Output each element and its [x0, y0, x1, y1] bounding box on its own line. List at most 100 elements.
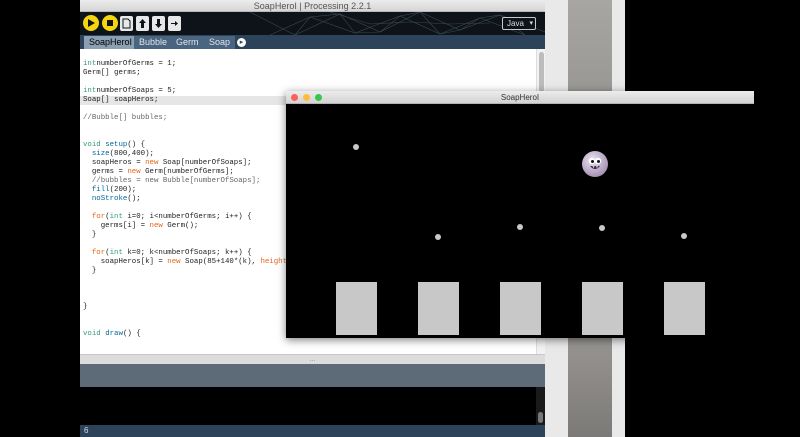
- code-token: k=0; k<numberOfSoaps; k++) {: [122, 249, 252, 257]
- line-number-status: 6: [80, 425, 545, 437]
- code-token: for: [91, 249, 106, 257]
- code-token: new: [145, 159, 159, 167]
- code-token: //bubbles = new Bubble[numberOfSoaps];: [83, 177, 261, 185]
- code-token: germs[i] =: [83, 222, 150, 230]
- code-token: numberOfSoaps = 5;: [96, 87, 177, 95]
- save-button[interactable]: [152, 16, 165, 31]
- germ-dot: [517, 224, 523, 230]
- code-token: setup: [105, 141, 128, 149]
- new-button[interactable]: [120, 16, 133, 31]
- code-line: //Bubble[] bubbles;: [83, 114, 167, 123]
- sketch-canvas[interactable]: [286, 104, 754, 338]
- code-token: (800,400);: [109, 150, 154, 158]
- code-line: //bubbles = new Bubble[numberOfSoaps];: [83, 177, 261, 186]
- code-token: Soap[] soapHeros;: [83, 96, 159, 104]
- ide-title: SoapHeroI | Processing 2.2.1: [80, 0, 545, 12]
- code-token: noStroke: [91, 195, 128, 203]
- code-token: new: [167, 258, 181, 266]
- code-token: Germ[numberOfGerms];: [140, 168, 234, 176]
- arrow-up-icon: [139, 19, 146, 28]
- code-line: }: [83, 267, 96, 276]
- mode-label: Java: [507, 19, 524, 28]
- editor-console-divider[interactable]: ...: [80, 354, 545, 364]
- stop-button[interactable]: [102, 15, 118, 31]
- soap-block: [500, 282, 541, 335]
- code-token: Germ[] germs;: [83, 69, 141, 77]
- tab-soapheroi[interactable]: SoapHeroI: [84, 36, 138, 49]
- code-token: Soap(85+140*(k),: [180, 258, 261, 266]
- minimize-window-button[interactable]: [303, 94, 310, 101]
- code-token: () {: [127, 141, 146, 149]
- chevron-down-icon: ▾: [529, 20, 533, 27]
- code-line: soapHeros[k] = new Soap(85+140*(k), heig…: [83, 258, 301, 267]
- export-arrow-icon: [171, 21, 178, 26]
- code-line: germs[i] = new Germ();: [83, 222, 199, 231]
- tab-germ[interactable]: Germ: [171, 36, 204, 49]
- chevron-right-icon: ▸: [239, 39, 244, 46]
- code-line: void setup() {: [83, 141, 145, 150]
- code-token: void: [83, 141, 101, 149]
- code-token: () {: [122, 330, 141, 338]
- code-token: }: [83, 303, 88, 311]
- console-scroll-thumb[interactable]: [538, 412, 543, 423]
- code-token: int: [83, 87, 97, 95]
- code-token: (200);: [109, 186, 137, 194]
- close-window-button[interactable]: [291, 94, 298, 101]
- code-token: Soap[numberOfSoaps];: [158, 159, 252, 167]
- code-token: int: [109, 249, 123, 257]
- code-line: fill(200);: [83, 186, 136, 195]
- editor-scroll-thumb[interactable]: [539, 52, 544, 92]
- code-line: }: [83, 231, 96, 240]
- sketch-tab-bar: SoapHeroI Bubble Germ Soap ▸: [80, 35, 545, 49]
- desktop: SoapHeroI | Processing 2.2.1 Java ▾ Soap…: [0, 0, 800, 437]
- console-scrollbar[interactable]: [536, 387, 545, 425]
- console[interactable]: [80, 387, 545, 425]
- code-line: }: [83, 303, 87, 312]
- code-token: //Bubble[] bubbles;: [83, 114, 168, 122]
- code-token: soapHeros[k] =: [83, 258, 168, 266]
- tab-menu-button[interactable]: ▸: [237, 38, 246, 47]
- code-token: for: [91, 213, 106, 221]
- code-line: for(int i=0; i<numberOfGerms; i++) {: [83, 213, 252, 222]
- code-token: germs =: [83, 168, 128, 176]
- tab-soap[interactable]: Soap: [204, 36, 236, 49]
- code-line: size(800,400);: [83, 150, 154, 159]
- sketch-titlebar[interactable]: SoapHeroI: [286, 91, 754, 104]
- play-icon: [88, 19, 95, 27]
- sketch-window: SoapHeroI: [286, 91, 754, 338]
- soap-block: [336, 282, 377, 335]
- code-token: int: [83, 60, 97, 68]
- code-line: noStroke();: [83, 195, 141, 204]
- export-button[interactable]: [168, 16, 181, 31]
- code-token: size: [91, 150, 110, 158]
- code-token: Germ();: [162, 222, 199, 230]
- ide-toolbar: Java ▾: [80, 12, 545, 35]
- tab-bubble[interactable]: Bubble: [134, 36, 173, 49]
- soap-block: [664, 282, 705, 335]
- code-token: draw: [105, 330, 123, 338]
- arrow-down-icon: [155, 19, 162, 28]
- code-token: }: [83, 231, 97, 239]
- new-file-icon: [122, 18, 131, 29]
- mode-select[interactable]: Java ▾: [502, 17, 536, 30]
- germ-dot: [353, 144, 359, 150]
- code-token: new: [127, 168, 141, 176]
- code-line: Germ[] germs;: [83, 69, 141, 78]
- code-token: ();: [127, 195, 141, 203]
- code-token: numberOfGerms = 1;: [96, 60, 177, 68]
- sketch-title: SoapHeroI: [500, 93, 540, 102]
- germ-dot: [435, 234, 441, 240]
- stop-icon: [107, 20, 113, 26]
- zoom-window-button[interactable]: [315, 94, 322, 101]
- code-line: germs = new Germ[numberOfGerms];: [83, 168, 234, 177]
- code-line: for(int k=0; k<numberOfSoaps; k++) {: [83, 249, 252, 258]
- open-button[interactable]: [136, 16, 149, 31]
- code-line: soapHeros = new Soap[numberOfSoaps];: [83, 159, 252, 168]
- console-message-area: [80, 364, 545, 387]
- run-button[interactable]: [83, 15, 99, 31]
